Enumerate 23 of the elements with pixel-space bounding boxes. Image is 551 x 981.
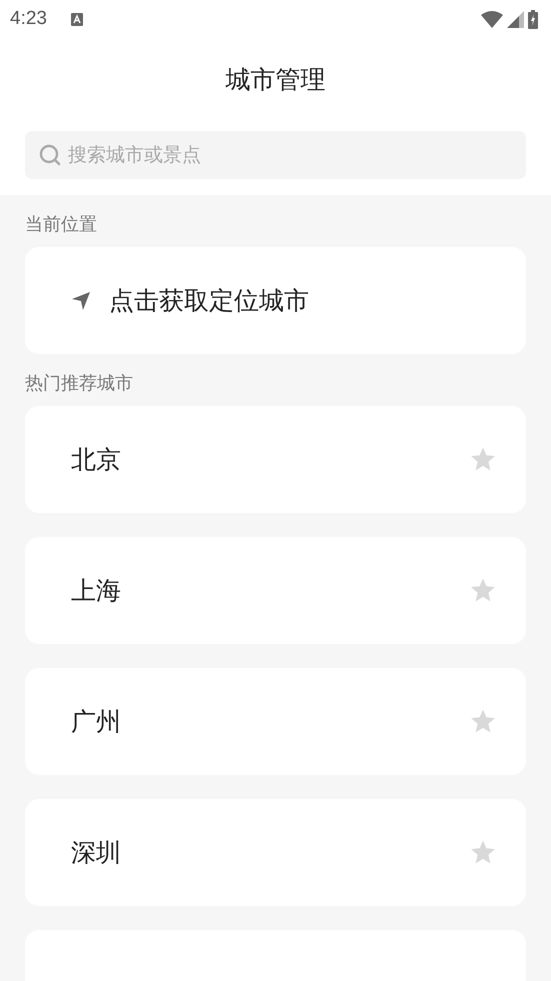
section-label: 热门推荐城市 xyxy=(25,372,134,396)
section-label: 当前位置 xyxy=(25,213,98,237)
city-card[interactable]: 广州 xyxy=(25,668,526,775)
city-card[interactable]: 上海 xyxy=(25,537,526,644)
locate-city-button[interactable]: 点击获取定位城市 xyxy=(25,247,526,354)
location-arrow-icon xyxy=(71,290,91,310)
battery-icon xyxy=(528,10,538,28)
star-icon[interactable] xyxy=(470,578,496,603)
city-card[interactable]: 北京 xyxy=(25,406,526,513)
status-time: 4:23 xyxy=(10,8,47,30)
star-icon[interactable] xyxy=(470,447,496,472)
search-field[interactable]: 搜索城市或景点 xyxy=(25,131,526,179)
star-icon[interactable] xyxy=(470,709,496,734)
city-name: 上海 xyxy=(71,575,121,607)
city-name: 北京 xyxy=(71,444,121,476)
signal-icon xyxy=(507,10,524,28)
city-card[interactable]: 深圳 xyxy=(25,799,526,906)
star-icon[interactable] xyxy=(470,840,496,865)
wifi-icon xyxy=(481,10,503,28)
keyboard-notification-icon xyxy=(70,12,83,26)
city-name: 广州 xyxy=(71,706,121,738)
page-title: 城市管理 xyxy=(224,64,326,96)
city-name: 深圳 xyxy=(71,837,121,869)
